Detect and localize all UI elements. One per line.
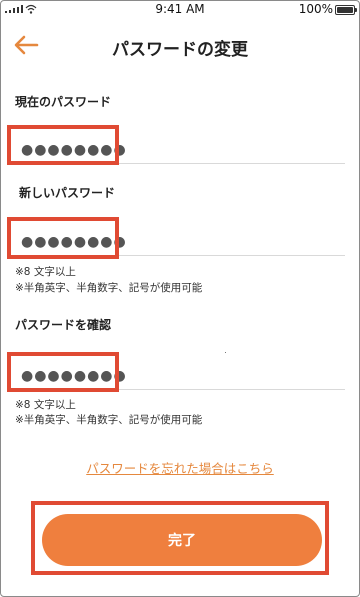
new-password-hint-chars: ※半角英字、半角数字、記号が使用可能: [15, 282, 203, 294]
status-bar: 9:41 AM 100%: [1, 1, 359, 19]
confirm-password-label: パスワードを確認: [15, 318, 112, 332]
complete-button[interactable]: 完了: [42, 514, 322, 566]
battery-icon: [335, 5, 357, 15]
battery-percentage: 100%: [298, 2, 333, 16]
app-screen: 9:41 AM 100% パスワードの変更 現在のパスワード ●●●●●●●● …: [0, 0, 360, 597]
new-password-hint-length: ※8 文字以上: [15, 266, 76, 278]
highlight-box: [7, 352, 119, 392]
confirm-password-hint-length: ※8 文字以上: [15, 399, 76, 411]
page-title: パスワードの変更: [112, 40, 248, 60]
new-password-label: 新しいパスワード: [19, 186, 116, 200]
forgot-password-link[interactable]: パスワードを忘れた場合はこちら: [1, 458, 359, 477]
header: パスワードの変更: [1, 23, 359, 67]
confirm-password-hint-chars: ※半角英字、半角数字、記号が使用可能: [15, 414, 203, 426]
highlight-box: [7, 125, 119, 165]
current-password-label: 現在のパスワード: [15, 95, 112, 109]
highlight-box: [7, 217, 119, 259]
decorative-dot: [225, 352, 226, 353]
